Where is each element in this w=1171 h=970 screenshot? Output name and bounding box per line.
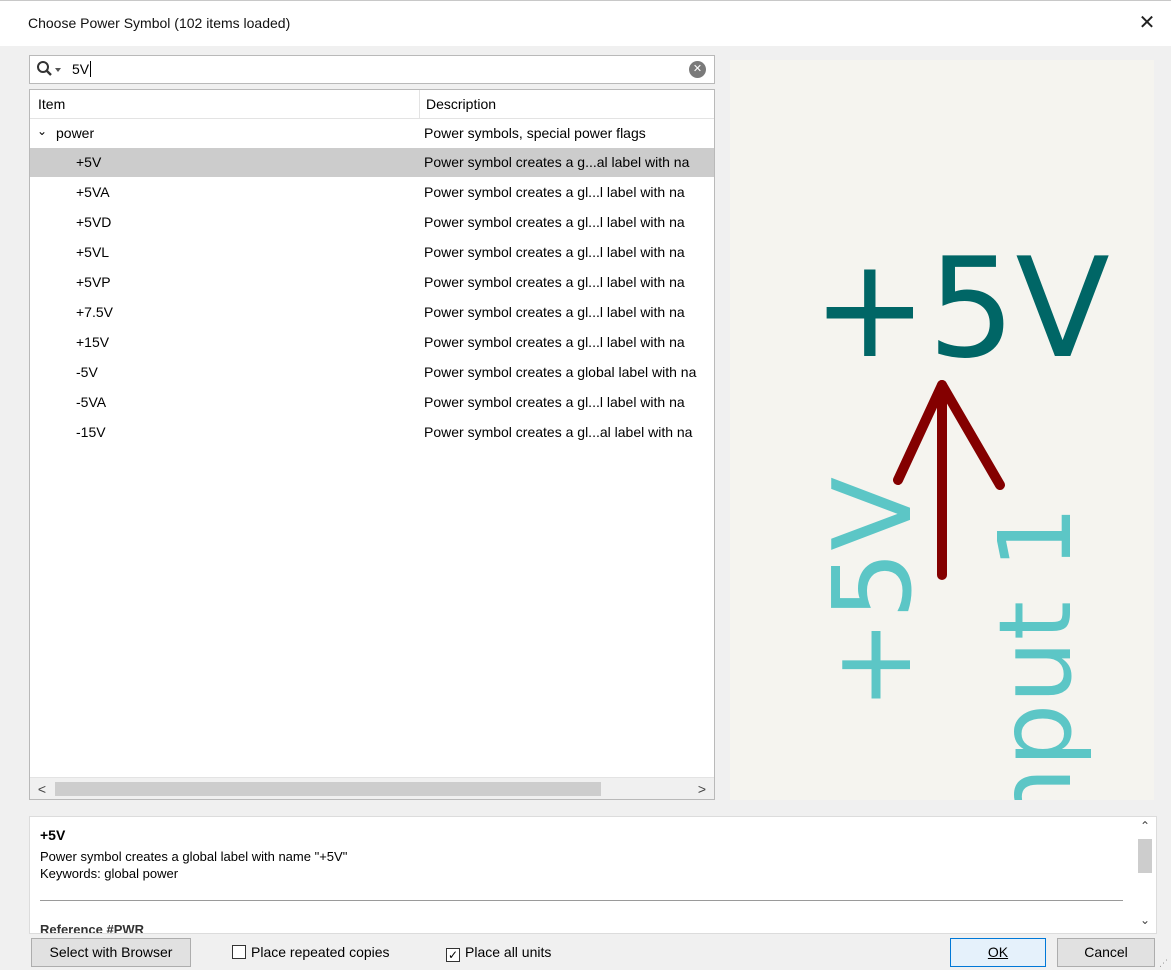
tree-header: Item Description bbox=[30, 90, 714, 119]
tree-row[interactable]: +7.5V Power symbol creates a gl...l labe… bbox=[30, 298, 714, 327]
ok-label: OK bbox=[987, 944, 1009, 960]
details-reference: Reference #PWR bbox=[40, 922, 145, 934]
details-description: Power symbol creates a global label with… bbox=[40, 849, 348, 864]
tree-group-power[interactable]: ⌄ power Power symbols, special power fla… bbox=[30, 119, 714, 148]
row-name: +5VP bbox=[76, 274, 111, 290]
row-description: Power symbol creates a gl...l label with… bbox=[424, 334, 685, 350]
row-name: +5VD bbox=[76, 214, 112, 230]
close-icon[interactable]: ✕ bbox=[1135, 11, 1159, 35]
symbol-preview: +5V +5V Input 1 bbox=[730, 60, 1154, 800]
pin-name-label: Input 1 bbox=[977, 506, 1094, 800]
symbol-preview-canvas: +5V +5V Input 1 bbox=[811, 228, 1110, 800]
row-name: +15V bbox=[76, 334, 110, 350]
symbol-tree[interactable]: Item Description ⌄ power Power symbols, … bbox=[29, 89, 715, 800]
row-description: Power symbol creates a gl...l label with… bbox=[424, 394, 685, 410]
tree-row[interactable]: +5VA Power symbol creates a gl...l label… bbox=[30, 178, 714, 207]
vertical-scrollbar[interactable]: ⌃ ⌄ bbox=[1134, 817, 1156, 933]
row-description: Power symbol creates a gl...al label wit… bbox=[424, 424, 693, 440]
row-description: Power symbol creates a gl...l label with… bbox=[424, 304, 685, 320]
details-divider bbox=[40, 900, 1123, 901]
row-description: Power symbol creates a global label with… bbox=[424, 364, 697, 380]
place-repeated-copies-label: Place repeated copies bbox=[251, 944, 390, 960]
tree-row[interactable]: +5VP Power symbol creates a gl...l label… bbox=[30, 268, 714, 297]
select-with-browser-button[interactable]: Select with Browser bbox=[31, 938, 191, 967]
scroll-up-icon[interactable]: ⌃ bbox=[1136, 819, 1154, 837]
column-separator[interactable] bbox=[419, 90, 420, 119]
group-description: Power symbols, special power flags bbox=[424, 125, 646, 141]
symbol-details-panel: +5V Power symbol creates a global label … bbox=[29, 816, 1157, 934]
tree-row[interactable]: -5V Power symbol creates a global label … bbox=[30, 358, 714, 387]
tree-row[interactable]: +15V Power symbol creates a gl...l label… bbox=[30, 328, 714, 357]
window-title: Choose Power Symbol (102 items loaded) bbox=[28, 15, 291, 31]
symbol-reference-label: +5V bbox=[811, 477, 936, 710]
row-description: Power symbol creates a gl...l label with… bbox=[424, 274, 685, 290]
row-description: Power symbol creates a gl...l label with… bbox=[424, 244, 685, 260]
resize-grip-icon[interactable]: ⋰ bbox=[1159, 958, 1169, 968]
row-description: Power symbol creates a g...al label with… bbox=[424, 154, 690, 170]
tree-row[interactable]: +5V Power symbol creates a g...al label … bbox=[30, 148, 714, 177]
search-input[interactable]: 5V bbox=[72, 61, 92, 77]
tree-row[interactable]: +5VL Power symbol creates a gl...l label… bbox=[30, 238, 714, 267]
row-name: +5V bbox=[76, 154, 102, 170]
row-description: Power symbol creates a gl...l label with… bbox=[424, 214, 685, 230]
tree-row[interactable]: -15V Power symbol creates a gl...al labe… bbox=[30, 418, 714, 447]
symbol-value-label: +5V bbox=[812, 228, 1110, 389]
details-name: +5V bbox=[40, 827, 66, 843]
scroll-right-icon[interactable]: > bbox=[693, 780, 711, 798]
row-name: +5VA bbox=[76, 184, 110, 200]
place-repeated-copies-checkbox[interactable]: Place repeated copies bbox=[232, 944, 390, 960]
group-label: power bbox=[56, 125, 95, 141]
search-icon[interactable] bbox=[36, 59, 70, 79]
column-header-description[interactable]: Description bbox=[426, 96, 496, 112]
row-name: -15V bbox=[76, 424, 106, 440]
details-keywords: Keywords: global power bbox=[40, 866, 179, 881]
row-name: +5VL bbox=[76, 244, 110, 260]
row-name: +7.5V bbox=[76, 304, 113, 320]
row-name: -5V bbox=[76, 364, 98, 380]
search-field[interactable]: 5V ✕ bbox=[29, 55, 715, 84]
tree-row[interactable]: -5VA Power symbol creates a gl...l label… bbox=[30, 388, 714, 417]
scroll-down-icon[interactable]: ⌄ bbox=[1136, 913, 1154, 931]
chevron-down-icon[interactable]: ⌄ bbox=[37, 124, 47, 138]
scrollbar-thumb[interactable] bbox=[55, 782, 601, 796]
cancel-button[interactable]: Cancel bbox=[1057, 938, 1155, 967]
clear-icon[interactable]: ✕ bbox=[689, 61, 706, 78]
place-all-units-label: Place all units bbox=[465, 944, 552, 960]
row-name: -5VA bbox=[76, 394, 107, 410]
checkbox-box[interactable] bbox=[232, 945, 246, 959]
tree-row[interactable]: +5VD Power symbol creates a gl...l label… bbox=[30, 208, 714, 237]
ok-button[interactable]: OK bbox=[950, 938, 1046, 967]
scroll-left-icon[interactable]: < bbox=[33, 780, 51, 798]
scrollbar-thumb[interactable] bbox=[1138, 839, 1152, 873]
column-header-item[interactable]: Item bbox=[38, 96, 65, 112]
row-description: Power symbol creates a gl...l label with… bbox=[424, 184, 685, 200]
horizontal-scrollbar[interactable]: < > bbox=[30, 777, 714, 799]
checkmark-icon[interactable]: ✓ bbox=[446, 948, 460, 962]
place-all-units-checkbox[interactable]: ✓ Place all units bbox=[446, 944, 551, 962]
title-bar: Choose Power Symbol (102 items loaded) ✕ bbox=[0, 0, 1171, 46]
